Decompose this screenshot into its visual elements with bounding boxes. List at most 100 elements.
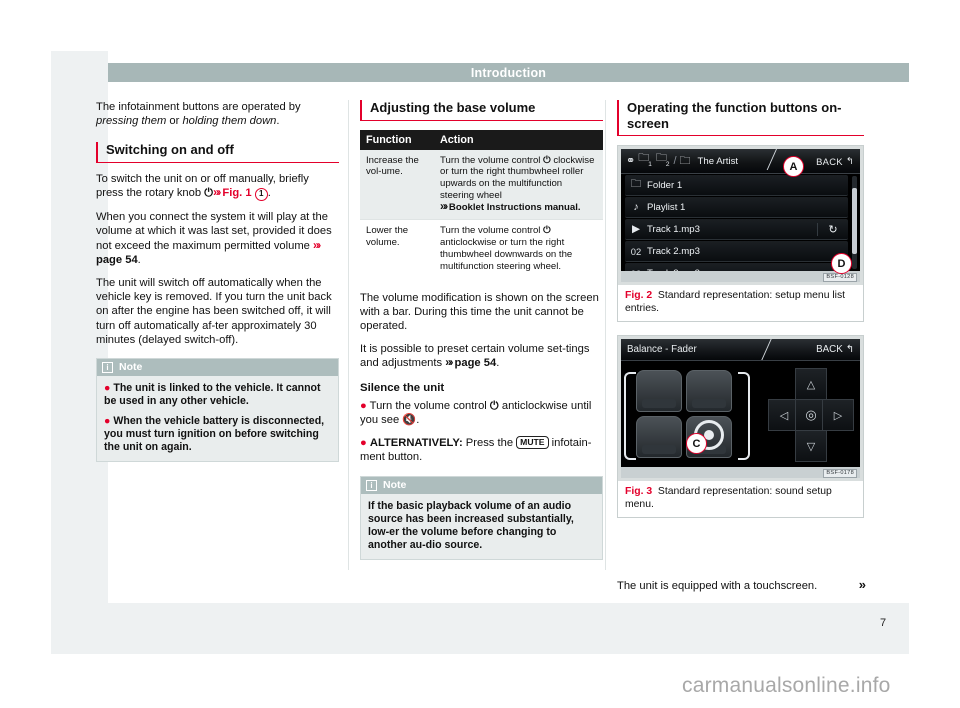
note-box-middle: i Note If the basic playback volume of a…	[360, 475, 603, 560]
section-title-base-volume: Adjusting the base volume	[360, 100, 603, 121]
column-left: The infotainment buttons are operated by…	[96, 100, 339, 462]
list-item-number: 02	[630, 245, 642, 257]
figure-3-caption: Fig. 3 Standard representation: sound se…	[618, 481, 863, 517]
dpad-control[interactable]: △ ◁ ◎ ▷ ▽	[768, 368, 854, 463]
bullet2-text-a: Press the	[462, 437, 517, 450]
note-header: i Note	[97, 358, 338, 376]
infotainment-top-bar: ⚭ 🗀1 🗀2 / 🗀 The Artist BACK ↰	[621, 149, 860, 174]
cross-reference-arrows: »›	[445, 357, 453, 370]
cross-reference-arrows: »›	[213, 187, 221, 200]
note-header: i Note	[361, 476, 602, 494]
figure-2: ⚭ 🗀1 🗀2 / 🗀 The Artist BACK ↰ 🗀 Folder 1	[617, 145, 864, 323]
table-row: Increase the vol-ume. Turn the volume co…	[360, 149, 603, 220]
back-button[interactable]: BACK ↰	[816, 155, 860, 167]
bullet-marker: ●	[104, 381, 111, 394]
figure-reference-1: Fig. 1	[222, 187, 252, 200]
back-button[interactable]: BACK ↰	[816, 344, 854, 355]
switching-paragraph-1: To switch the unit on or off manually, b…	[96, 172, 339, 202]
callout-a: A	[783, 156, 804, 177]
bullet-marker: ●	[104, 414, 111, 427]
note-title: Note	[119, 361, 143, 374]
page-reference-54: page 54	[454, 357, 497, 370]
volume-paragraph-2: It is possible to preset certain volume …	[360, 343, 590, 370]
playlist-icon: ♪	[633, 201, 639, 213]
action-text-b: anticlockwise or turn the right thumbwhe…	[440, 237, 573, 272]
figure-2-caption-text: Standard representation: setup menu list…	[625, 290, 846, 314]
figure-3-label: Fig. 3	[625, 486, 653, 498]
figure-2-screenshot: ⚭ 🗀1 🗀2 / 🗀 The Artist BACK ↰ 🗀 Folder 1	[618, 146, 863, 285]
column-middle: Adjusting the base volume Function Actio…	[360, 100, 603, 560]
note-title: Note	[383, 479, 407, 491]
callout-number-1: 1	[254, 188, 268, 202]
folder-icon-1[interactable]: 🗀1	[638, 153, 653, 168]
column-divider-2	[605, 100, 606, 570]
booklet-reference: Booklet Instructions manual.	[448, 201, 581, 213]
volume-paragraph-1: The volume modification is shown on the …	[360, 291, 599, 333]
alternatively-label: ALTERNATIVELY:	[369, 437, 463, 450]
list-item[interactable]: 02 Track 2.mp3	[625, 241, 848, 262]
closing-line: The unit is equipped with a touchscreen.…	[617, 577, 866, 592]
repeat-icon[interactable]: ↻	[817, 222, 848, 236]
page-number: 7	[880, 617, 887, 629]
note-item: ● The unit is linked to the vehicle. It …	[104, 382, 331, 408]
menu-list: 🗀 Folder 1 ♪ Playlist 1 ▶ Track 1.mp3 ↻ …	[621, 173, 860, 284]
silence-bullet-1: ● Turn the volume control ⏻ anticlockwis…	[360, 399, 603, 427]
list-item-label: Playlist 1	[647, 201, 686, 213]
action-text-a: Turn the volume control	[440, 225, 544, 237]
dpad-up-button[interactable]: △	[795, 368, 827, 401]
table-cell-function: Increase the vol-ume.	[360, 149, 434, 220]
play-icon: ▶	[631, 223, 641, 235]
scrollbar-thumb[interactable]	[852, 188, 857, 254]
back-arrow-icon: ↰	[845, 344, 854, 356]
bullet1-text-a: Turn the volume control	[369, 399, 490, 412]
table-header-action: Action	[434, 129, 603, 150]
dpad-down-button[interactable]: ▽	[795, 430, 827, 463]
intro-text-pressing: pressing them	[96, 115, 167, 128]
breadcrumb-separator: /	[673, 155, 677, 167]
seat-front-left	[636, 370, 682, 413]
breadcrumb[interactable]: ⚭ 🗀1 🗀2 / 🗀 The Artist	[621, 153, 738, 168]
closing-text: The unit is equipped with a touchscreen.	[617, 580, 818, 592]
seat-rear-left	[636, 416, 682, 459]
scrollbar[interactable]	[852, 176, 857, 269]
sound-setup-title: Balance - Fader	[627, 344, 697, 356]
note-item: ● When the vehicle battery is disconnect…	[104, 415, 331, 454]
folder-icon: 🗀	[630, 178, 642, 190]
dpad-right-button[interactable]: ▷	[822, 399, 854, 432]
back-button-label: BACK	[816, 344, 843, 356]
table-cell-action: Turn the volume control ⏻ clockwise or t…	[434, 149, 603, 220]
power-knob-icon: ⏻	[204, 187, 214, 200]
figure-3-image-code: BSF-0178	[823, 468, 857, 479]
switching-paragraph-3: The unit will switch off automatically w…	[96, 276, 332, 346]
intro-text-holding: holding them down	[182, 115, 277, 128]
cabin-brace-right	[738, 372, 750, 461]
usb-icon[interactable]: ⚭	[626, 155, 635, 167]
silence-bullet-2: ● ALTERNATIVELY: Press the MUTE infotain…	[360, 436, 603, 464]
figure-3-caption-text: Standard representation: sound setup men…	[625, 486, 832, 510]
note-item-text: The unit is linked to the vehicle. It ca…	[104, 381, 321, 407]
cross-reference-arrows-2: »›	[313, 239, 321, 252]
folder-index-1: 1	[648, 160, 652, 168]
table-cell-action: Turn the volume control ⏻ anticlockwise …	[434, 219, 603, 279]
back-button-label: BACK	[816, 155, 843, 167]
back-arrow-icon: ↰	[845, 155, 854, 166]
section-title-function-buttons: Operating the function buttons on-screen	[617, 100, 864, 136]
figure-3-screenshot: Balance - Fader BACK ↰ △ ◁ ◎ ▷ ▽ C BSF-0…	[618, 336, 863, 482]
switching-p1-end: .	[267, 187, 271, 200]
bullet-marker: ●	[360, 399, 367, 412]
switching-p1-text: To switch the unit on or off manually, b…	[96, 172, 309, 200]
note-body: ● The unit is linked to the vehicle. It …	[97, 376, 338, 461]
page-reference-54: page 54	[96, 253, 138, 266]
list-item-label: Track 2.mp3	[647, 245, 700, 257]
figure-2-label: Fig. 2	[625, 290, 653, 301]
function-action-table: Function Action Increase the vol-ume. Tu…	[360, 129, 603, 279]
note-text: If the basic playback volume of an audio…	[368, 499, 574, 551]
note-box-left: i Note ● The unit is linked to the vehic…	[96, 357, 339, 462]
folder-icon-2[interactable]: 🗀2	[656, 153, 671, 168]
list-item[interactable]: ▶ Track 1.mp3 ↻	[625, 219, 848, 240]
figure-2-caption: Fig. 2 Standard representation: setup me…	[618, 285, 863, 321]
list-item[interactable]: 🗀 Folder 1	[625, 175, 848, 196]
list-item-label: Folder 1	[647, 179, 683, 191]
table-cell-function: Lower the volume.	[360, 219, 434, 279]
list-item[interactable]: ♪ Playlist 1	[625, 197, 848, 218]
